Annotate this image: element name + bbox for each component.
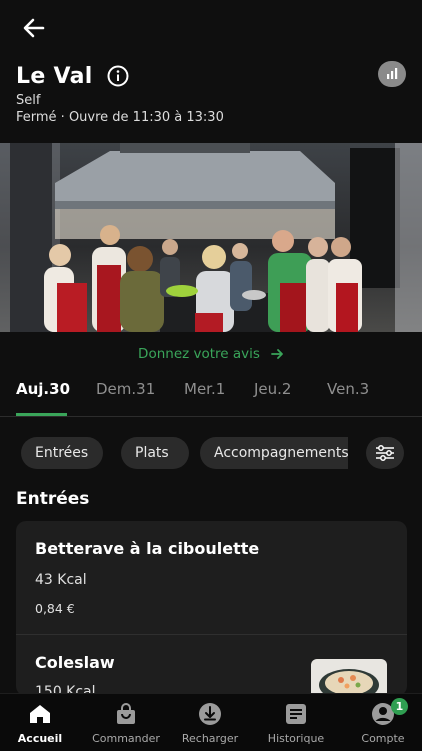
shopping-bag-icon [117,703,135,724]
day-tab-tomorrow[interactable]: Dem.31 [96,380,155,398]
menu-item-price: 0,84 € [35,601,75,616]
nav-label: Compte [361,732,405,745]
menu-item-name: Coleslaw [35,653,115,672]
filter-button[interactable] [366,437,404,469]
nav-label: Recharger [181,732,239,745]
day-tab-wednesday[interactable]: Mer.1 [184,380,225,398]
category-chip-plats[interactable]: Plats [121,437,189,469]
menu-item-kcal: 43 Kcal [35,572,87,588]
notification-badge: 1 [391,698,408,715]
nav-compte[interactable]: 1 Compte [341,694,422,751]
occupancy-stats-button[interactable] [378,61,406,87]
bar-chart-icon [387,68,398,79]
restaurant-type: Self [16,93,41,108]
arrow-right-icon [271,349,283,359]
nav-accueil[interactable]: Accueil [0,694,84,751]
sliders-icon [376,445,394,461]
menu-item-photo [311,659,387,696]
nav-label: Accueil [17,732,63,745]
nav-historique[interactable]: Historique [254,694,338,751]
back-arrow-icon[interactable] [20,14,48,42]
nav-commander[interactable]: Commander [84,694,168,751]
divider [16,634,407,635]
download-icon [199,703,221,725]
opening-hours: Fermé · Ouvre de 11:30 à 13:30 [16,110,224,125]
nav-recharger[interactable]: Recharger [168,694,252,751]
bottom-navigation: Accueil Commander Recharger Historique 1… [0,693,422,751]
receipt-icon [286,704,306,724]
give-review-label: Donnez votre avis [138,346,260,362]
title-row: Le Val [16,60,129,92]
day-tab-thursday[interactable]: Jeu.2 [254,380,291,398]
home-icon [30,705,50,723]
nav-label: Commander [92,732,160,745]
day-tab-friday[interactable]: Ven.3 [327,380,369,398]
day-tabs: Auj.30 Dem.31 Mer.1 Jeu.2 Ven.3 [0,372,422,417]
top-bar [0,0,422,55]
menu-list: Betterave à la ciboulette 43 Kcal 0,84 €… [16,521,407,696]
day-tab-today[interactable]: Auj.30 [16,380,70,398]
give-review-link[interactable]: Donnez votre avis [0,343,422,365]
restaurant-photo [0,143,422,332]
category-chip-entrees[interactable]: Entrées [21,437,103,469]
section-title: Entrées [16,489,90,509]
menu-item-name: Betterave à la ciboulette [35,539,260,558]
info-icon[interactable] [107,65,129,87]
active-day-indicator [16,413,67,416]
category-chip-accompagnements[interactable]: Accompagnements [200,437,348,469]
restaurant-title: Le Val [16,63,93,89]
nav-label: Historique [267,732,325,745]
